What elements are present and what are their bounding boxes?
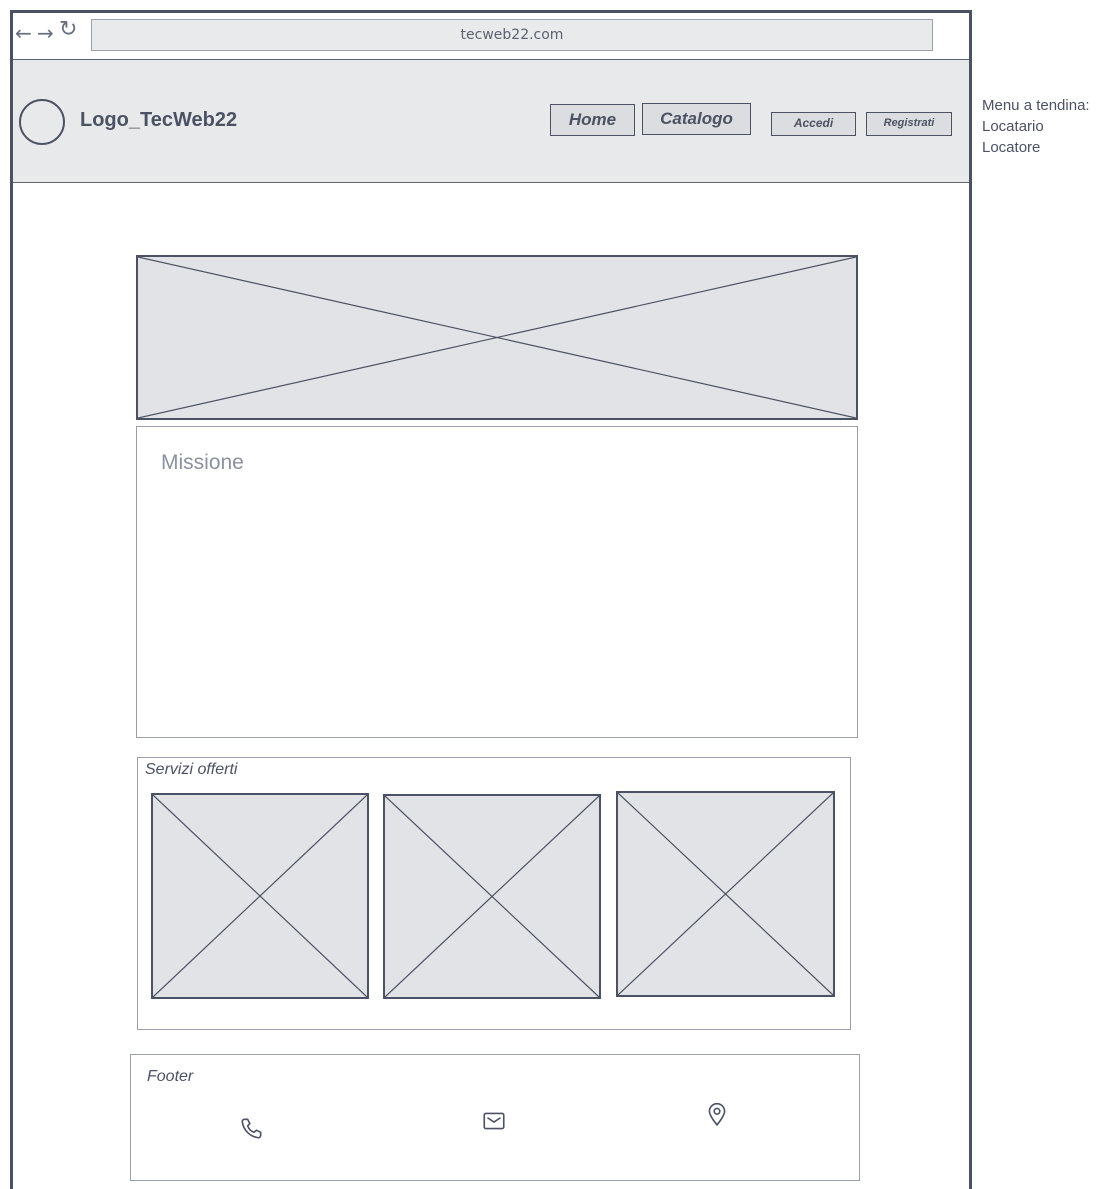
- service-image-placeholder: [616, 791, 835, 997]
- dropdown-annotation: Menu a tendina: Locatario Locatore: [982, 95, 1090, 158]
- register-button[interactable]: Registrati: [866, 112, 952, 136]
- nav-catalog-button[interactable]: Catalogo: [642, 103, 751, 135]
- url-field[interactable]: tecweb22.com: [91, 19, 933, 51]
- logo-text[interactable]: Logo_TecWeb22: [80, 109, 237, 132]
- mail-icon[interactable]: [481, 1108, 507, 1134]
- service-image-placeholder: [383, 794, 601, 999]
- services-title: Servizi offerti: [145, 761, 238, 778]
- site-footer: Footer: [130, 1054, 860, 1181]
- browser-window: ← → ↻ tecweb22.com Logo_TecWeb22 Home Ca…: [10, 10, 972, 1189]
- location-icon[interactable]: [704, 1101, 730, 1127]
- service-image-placeholder: [151, 793, 369, 999]
- nav-home-button[interactable]: Home: [550, 104, 635, 136]
- hero-image-placeholder: [136, 255, 858, 420]
- services-section: Servizi offerti: [137, 757, 851, 1030]
- reload-icon[interactable]: ↻: [59, 17, 77, 42]
- mission-title: Missione: [161, 451, 244, 474]
- arrow-left-icon[interactable]: ←: [15, 21, 32, 45]
- logo-circle-icon[interactable]: [19, 99, 65, 145]
- footer-title: Footer: [147, 1068, 194, 1085]
- address-bar: ← → ↻ tecweb22.com: [13, 13, 969, 59]
- site-header: Logo_TecWeb22 Home Catalogo Accedi Regis…: [13, 59, 969, 183]
- login-button[interactable]: Accedi: [771, 112, 856, 136]
- annotation-line: Menu a tendina:: [982, 97, 1090, 114]
- arrow-right-icon[interactable]: →: [37, 21, 54, 45]
- mission-section: Missione: [136, 426, 858, 738]
- phone-icon[interactable]: [239, 1115, 265, 1141]
- annotation-line: Locatore: [982, 139, 1041, 156]
- annotation-line: Locatario: [982, 118, 1044, 135]
